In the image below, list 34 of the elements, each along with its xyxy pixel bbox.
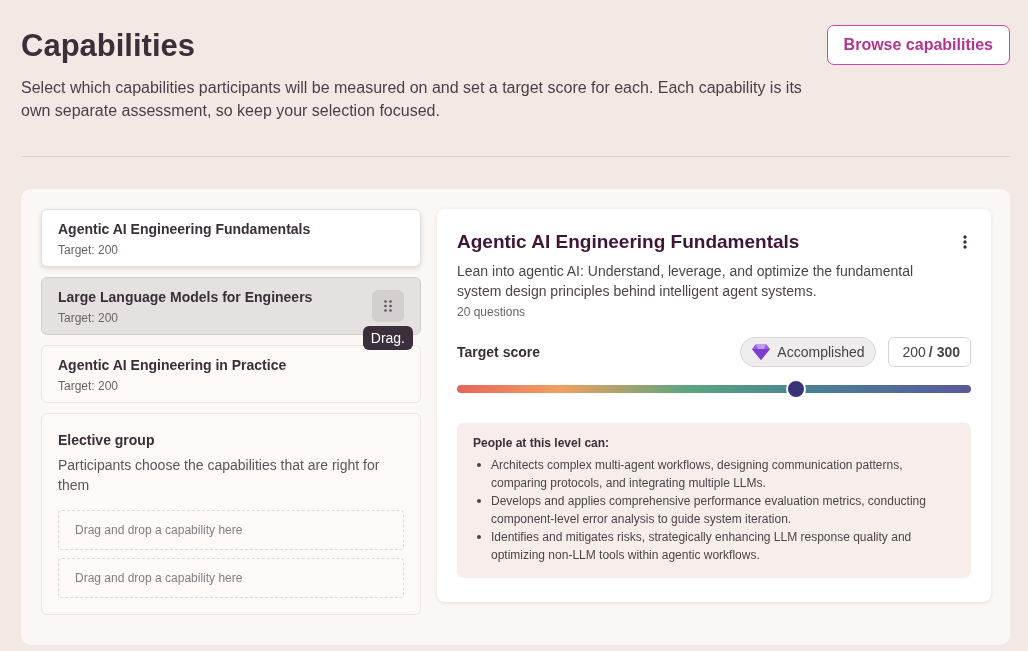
drop-zone[interactable]: Drag and drop a capability here [58,510,404,550]
capability-title: Agentic AI Engineering Fundamentals [457,231,800,253]
capability-card[interactable]: Agentic AI Engineering in Practice Target: 200 [41,345,421,403]
score-field[interactable]: 200 / 300 [887,337,971,367]
capability-target: Target: 200 [58,243,120,257]
capability-name: Large Language Models for Engineers [58,289,314,305]
capability-description: Lean into agentic AI: Understand, leverage, and optimize the fundamental system design principles behind intelligent agent systems. [457,262,915,301]
bullet-icon [477,535,481,539]
slider-thumb[interactable] [786,379,807,399]
page-title: Capabilities [21,28,196,64]
level-name: Accomplished [777,344,865,360]
level-heading: People at this level can: [473,436,611,450]
tooltip: Drag. [362,326,413,350]
capability-target: Target: 200 [58,311,120,325]
bullet-icon [477,499,481,503]
question-count: 20 questions [457,305,527,319]
bullet-icon [477,463,481,467]
more-vertical-icon [963,235,967,249]
gem-icon [751,343,772,361]
drag-handle[interactable] [372,290,404,322]
level-skill: Architects complex multi-agent workflows, designing communication patterns, comparing protocols, and integrating multiple LLMs. [491,457,904,492]
elective-group-title: Elective group [58,432,156,448]
capability-target: Target: 200 [58,379,120,393]
capability-name: Agentic AI Engineering in Practice [58,357,288,373]
level-skill: Identifies and mitigates risks, strategically enhancing LLM response quality and optimizing non-LLM tools within agentic workflows. [491,529,913,564]
capability-card[interactable]: Agentic AI Engineering Fundamentals Target: 200 [41,209,421,267]
drop-zone[interactable]: Drag and drop a capability here [58,558,404,598]
target-score-label: Target score [457,344,541,360]
elective-group-description: Participants choose the capabilities that are right for them [58,456,381,495]
page-description: Select which capabilities participants will be measured on and set a target score for each. Each capability is its own separate assessment, so keep your selection focused. [21,78,803,121]
capability-name: Agentic AI Engineering Fundamentals [58,221,312,237]
drag-dots-icon [384,300,392,312]
level-skill: Develops and applies comprehensive performance evaluation metrics, conducting component-level error analysis to guide system iteration. [491,493,927,528]
browse-capabilities-button[interactable]: Browse capabilities [826,25,1010,65]
